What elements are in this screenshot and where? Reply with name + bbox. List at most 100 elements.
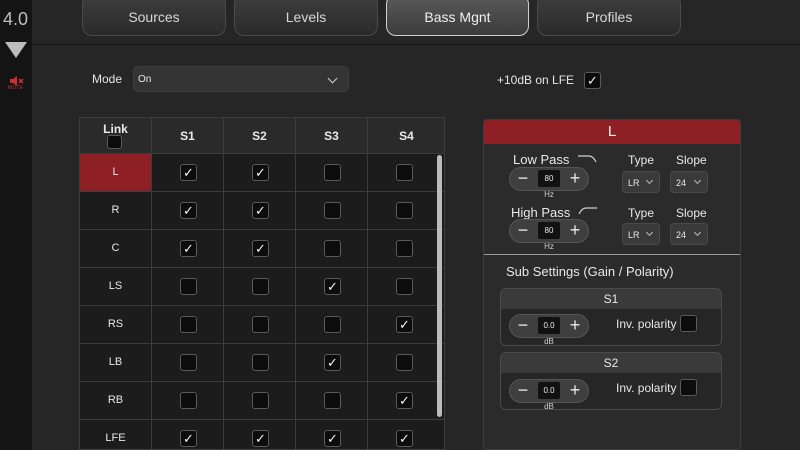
high-pass-minus-button[interactable]: − xyxy=(511,220,535,242)
sub-s1-title: S1 xyxy=(501,289,721,309)
route-checkbox-c-s3[interactable] xyxy=(324,240,341,257)
route-checkbox-rs-s4[interactable]: ✓ xyxy=(396,316,413,333)
route-checkbox-l-s4[interactable] xyxy=(396,164,413,181)
high-pass-type-select[interactable]: LR xyxy=(622,223,660,245)
route-checkbox-rb-s4[interactable]: ✓ xyxy=(396,392,413,409)
grid-cell: ✓ xyxy=(224,230,296,268)
route-checkbox-r-s2[interactable]: ✓ xyxy=(252,202,269,219)
collapse-triangle-icon[interactable] xyxy=(5,42,27,58)
sub-s1-gain-unit: dB xyxy=(544,337,554,346)
sub-s1-gain-stepper[interactable]: − 0.0 dB + xyxy=(509,314,589,346)
route-checkbox-rs-s1[interactable] xyxy=(180,316,197,333)
mode-label: Mode xyxy=(92,72,123,86)
sub-s2-plus-button[interactable]: + xyxy=(563,380,587,402)
high-pass-stepper[interactable]: − 80 Hz + xyxy=(509,219,589,251)
low-pass-type-select[interactable]: LR xyxy=(622,171,660,193)
route-checkbox-r-s4[interactable] xyxy=(396,202,413,219)
grid-cell: ✓ xyxy=(224,154,296,192)
route-checkbox-rs-s3[interactable] xyxy=(324,316,341,333)
row-label-c[interactable]: C xyxy=(80,230,152,268)
grid-cell xyxy=(368,344,444,382)
low-pass-type-label: Type xyxy=(628,153,655,167)
row-label-rs[interactable]: RS xyxy=(80,306,152,344)
route-checkbox-lb-s1[interactable] xyxy=(180,354,197,371)
chevron-down-icon xyxy=(645,176,654,185)
tab-levels[interactable]: Levels xyxy=(234,0,378,36)
route-checkbox-l-s1[interactable]: ✓ xyxy=(180,164,197,181)
route-checkbox-lfe-s2[interactable]: ✓ xyxy=(252,430,269,447)
route-checkbox-c-s1[interactable]: ✓ xyxy=(180,240,197,257)
low-pass-slope-label: Slope xyxy=(676,153,707,167)
route-checkbox-rb-s1[interactable] xyxy=(180,392,197,409)
sub-s2-title: S2 xyxy=(501,353,721,373)
route-checkbox-ls-s4[interactable] xyxy=(396,278,413,295)
high-pass-slope-select[interactable]: 24 xyxy=(670,223,708,245)
row-label-ls[interactable]: LS xyxy=(80,268,152,306)
route-checkbox-ls-s2[interactable] xyxy=(252,278,269,295)
high-pass-plus-button[interactable]: + xyxy=(563,220,587,242)
mode-dropdown[interactable]: On xyxy=(133,66,349,92)
row-label-rb[interactable]: RB xyxy=(80,382,152,420)
column-header-s4: S4 xyxy=(368,118,444,154)
route-checkbox-lfe-s4[interactable]: ✓ xyxy=(396,430,413,447)
high-pass-value: 80 xyxy=(538,222,560,239)
grid-cell xyxy=(152,344,224,382)
sub-s2-minus-button[interactable]: − xyxy=(511,380,535,402)
route-checkbox-lfe-s1[interactable]: ✓ xyxy=(180,430,197,447)
sub-s1-plus-button[interactable]: + xyxy=(563,315,587,337)
grid-cell xyxy=(224,382,296,420)
chevron-down-icon xyxy=(327,73,338,84)
route-checkbox-lb-s2[interactable] xyxy=(252,354,269,371)
tab-bass-mgnt[interactable]: Bass Mgnt xyxy=(386,0,529,36)
route-checkbox-rb-s3[interactable] xyxy=(324,392,341,409)
column-header-s3: S3 xyxy=(296,118,368,154)
route-checkbox-lfe-s3[interactable]: ✓ xyxy=(324,430,341,447)
sub-s2-gain-stepper[interactable]: − 0.0 dB + xyxy=(509,379,589,411)
grid-cell xyxy=(152,268,224,306)
route-checkbox-lb-s4[interactable] xyxy=(396,354,413,371)
row-label-r[interactable]: R xyxy=(80,192,152,230)
grid-cell: ✓ xyxy=(152,230,224,268)
low-pass-stepper[interactable]: − 80 Hz + xyxy=(509,167,589,199)
grid-cell: ✓ xyxy=(368,306,444,344)
column-header-s1: S1 xyxy=(152,118,224,154)
sub-s1-inv-polarity-checkbox[interactable] xyxy=(680,315,697,332)
route-checkbox-lb-s3[interactable]: ✓ xyxy=(324,354,341,371)
route-checkbox-rb-s2[interactable] xyxy=(252,392,269,409)
tab-profiles[interactable]: Profiles xyxy=(537,0,681,36)
route-checkbox-l-s2[interactable]: ✓ xyxy=(252,164,269,181)
routing-grid: Link S1 S2 S3 S4 L R C LS RS LB RB LFE ✓… xyxy=(79,117,445,450)
chevron-down-icon xyxy=(693,176,702,185)
grid-scrollbar-thumb[interactable] xyxy=(437,155,442,417)
sub-s1-minus-button[interactable]: − xyxy=(511,315,535,337)
route-checkbox-ls-s3[interactable]: ✓ xyxy=(324,278,341,295)
sub-s2-gain-value: 0.0 xyxy=(538,382,560,399)
sub-s2-inv-polarity-checkbox[interactable] xyxy=(680,379,697,396)
high-pass-slope-label: Slope xyxy=(676,206,707,220)
row-label-lb[interactable]: LB xyxy=(80,344,152,382)
lfe-boost-checkbox[interactable]: ✓ xyxy=(584,72,601,89)
grid-cell xyxy=(368,268,444,306)
route-checkbox-r-s1[interactable]: ✓ xyxy=(180,202,197,219)
tab-sources[interactable]: Sources xyxy=(82,0,226,36)
grid-cell xyxy=(224,306,296,344)
row-label-l[interactable]: L xyxy=(80,154,152,192)
route-checkbox-l-s3[interactable] xyxy=(324,164,341,181)
route-checkbox-c-s4[interactable] xyxy=(396,240,413,257)
low-pass-minus-button[interactable]: − xyxy=(511,168,535,190)
column-header-s2: S2 xyxy=(224,118,296,154)
route-checkbox-ls-s1[interactable] xyxy=(180,278,197,295)
row-label-lfe[interactable]: LFE xyxy=(80,420,152,449)
low-pass-plus-button[interactable]: + xyxy=(563,168,587,190)
chevron-down-icon xyxy=(693,228,702,237)
grid-cell xyxy=(296,230,368,268)
sub-s2-gain-unit: dB xyxy=(544,402,554,411)
panel-divider xyxy=(484,254,740,255)
low-pass-slope-select[interactable]: 24 xyxy=(670,171,708,193)
link-checkbox[interactable] xyxy=(107,135,122,149)
route-checkbox-r-s3[interactable] xyxy=(324,202,341,219)
route-checkbox-c-s2[interactable]: ✓ xyxy=(252,240,269,257)
route-checkbox-rs-s2[interactable] xyxy=(252,316,269,333)
high-pass-curve-icon xyxy=(578,207,597,215)
grid-cell: ✓ xyxy=(152,420,224,449)
